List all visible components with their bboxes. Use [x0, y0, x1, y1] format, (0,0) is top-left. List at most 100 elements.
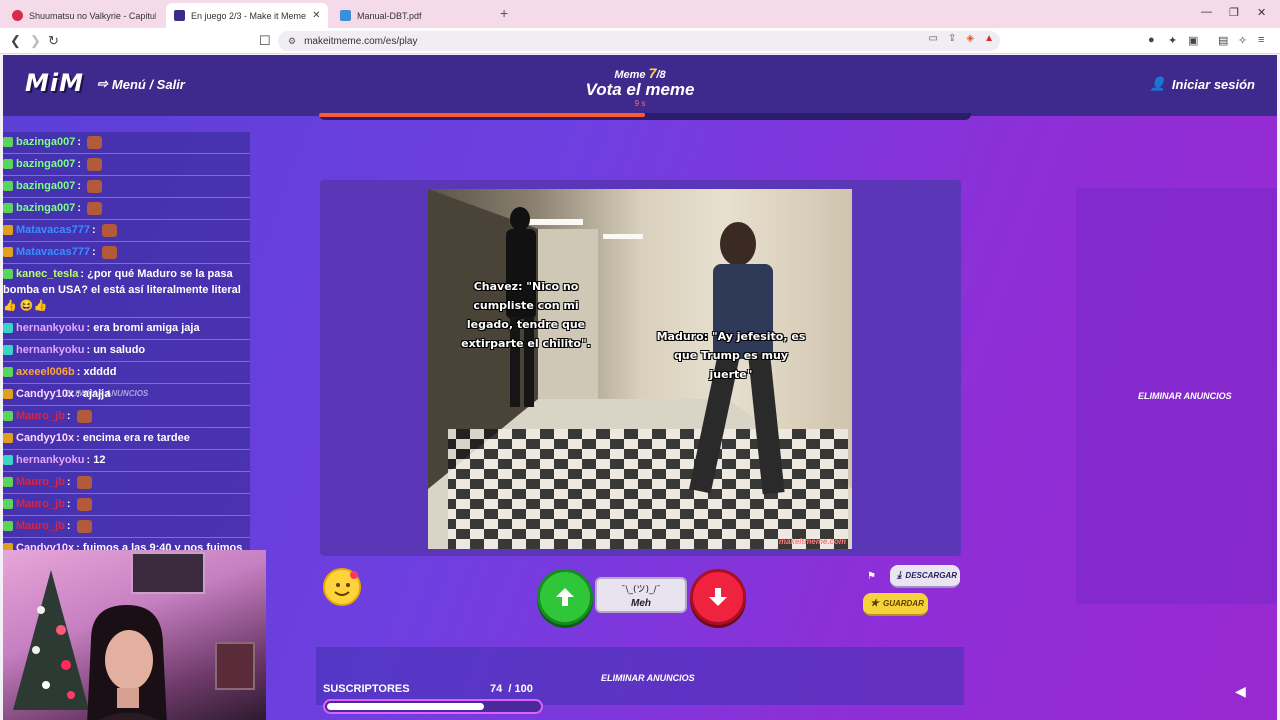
page-title: Vota el meme	[585, 80, 695, 99]
vote-controls: ¯\_(ツ)_/¯ Meh	[537, 569, 748, 631]
cast-icon[interactable]: ▭	[929, 33, 938, 44]
tab-make-it-meme[interactable]: En juego 2/3 - Make it Meme ✕	[166, 3, 328, 28]
menu-exit-label: Menú / Salir	[111, 76, 185, 92]
chat-message: bazinga007:	[3, 154, 250, 176]
chat-badge-icon	[3, 225, 13, 236]
chat-text: 12	[93, 454, 106, 466]
chat-emote-icon	[101, 223, 117, 237]
chat-badge-icon	[3, 181, 13, 192]
wall-picture	[131, 552, 205, 594]
chat-message: kanec_tesla: ¿por qué Maduro se la pasa …	[3, 264, 250, 318]
subscribers-count: 74 / 100	[490, 683, 533, 695]
extensions-icon[interactable]: ✦	[1168, 34, 1177, 47]
meme-counter: Meme 7/8	[540, 65, 740, 81]
bookmark-icon[interactable]: ☐	[259, 33, 271, 49]
menu-icon[interactable]: ≡	[1258, 34, 1264, 46]
meme-image: Chavez: "Nico no cumpliste con mi legado…	[428, 189, 852, 549]
webcam-overlay	[3, 550, 266, 720]
chat-username[interactable]: hernankyoku	[16, 322, 84, 334]
reload-icon[interactable]: ↻	[48, 33, 59, 49]
chat-badge-icon	[3, 477, 13, 488]
subscribers-current: 74	[490, 683, 503, 695]
wall-picture	[215, 642, 255, 690]
downvote-button[interactable]	[690, 569, 746, 625]
site-info-icon[interactable]: ⚙	[288, 36, 296, 47]
timer-progress-bar	[319, 113, 971, 120]
user-icon: 👤	[1149, 76, 1166, 91]
tab-favicon-icon	[174, 10, 185, 21]
emoji-reaction-button[interactable]	[323, 568, 361, 606]
chat-message: bazinga007:	[3, 198, 250, 220]
chat-separator: :	[76, 432, 83, 444]
close-window-icon[interactable]: ✕	[1257, 6, 1266, 19]
tab-favicon-icon	[12, 10, 23, 21]
chat-username[interactable]: axeeel006b	[16, 366, 75, 378]
chat-separator: :	[66, 476, 74, 488]
screenshot-icon[interactable]: ▣	[1188, 34, 1198, 47]
chat-username[interactable]: Mauro_jb	[16, 498, 65, 510]
address-bar-row: ❮ ❯ ↻ ☐ ⚙ makeitmeme.com/es/play ▭ ⇪ ◈ ▲…	[0, 28, 1280, 54]
tab-shuumatsu[interactable]: Shuumatsu no Valkyrie - Capitulo 08	[4, 3, 164, 28]
shield-icon[interactable]: ◈	[966, 33, 974, 44]
chat-username[interactable]: bazinga007	[16, 136, 75, 148]
report-flag-icon[interactable]: ⚑	[867, 571, 876, 582]
chat-message: Mauro_jb:	[3, 472, 250, 494]
new-tab-icon[interactable]: +	[500, 5, 508, 21]
chat-separator: :	[66, 498, 74, 510]
chat-badge-icon	[3, 159, 13, 170]
top-nav: MiM ⇨ Menú / Salir Meme 7/8 Vota el meme…	[3, 55, 1277, 116]
chat-username[interactable]: hernankyoku	[16, 454, 84, 466]
chat-username[interactable]: Matavacas777	[16, 246, 90, 258]
back-icon[interactable]: ❮	[10, 33, 21, 49]
chat-badge-icon	[3, 389, 13, 400]
wallet-icon[interactable]: ▤	[1218, 34, 1228, 47]
chat-username[interactable]: bazinga007	[16, 202, 75, 214]
chat-username[interactable]: kanec_tesla	[16, 268, 78, 280]
profile-icon[interactable]: ●	[1148, 34, 1155, 46]
chat-username[interactable]: Matavacas777	[16, 224, 90, 236]
subscribers-bar-fill	[327, 703, 484, 710]
menu-exit-button[interactable]: ⇨ Menú / Salir	[97, 76, 185, 92]
ai-icon[interactable]: ✧	[1238, 34, 1247, 47]
share-icon[interactable]: ⇪	[948, 33, 956, 44]
alert-icon[interactable]: ▲	[984, 33, 994, 44]
meh-button[interactable]: ¯\_(ツ)_/¯ Meh	[595, 577, 687, 613]
chat-username[interactable]: bazinga007	[16, 180, 75, 192]
arrow-down-icon	[709, 588, 727, 606]
meh-label: Meh	[631, 598, 651, 609]
url-field[interactable]: ⚙ makeitmeme.com/es/play ▭ ⇪ ◈ ▲	[278, 31, 1000, 51]
forward-icon[interactable]: ❯	[30, 33, 41, 49]
close-tab-icon[interactable]: ✕	[312, 10, 320, 21]
chat-message: hernankyoku: un saludo	[3, 340, 250, 362]
chat-message: hernankyoku: 12	[3, 450, 250, 472]
subscribers-label: SUSCRIPTORES	[323, 683, 410, 695]
minimize-icon[interactable]: —	[1201, 6, 1212, 18]
meme-panel: Chavez: "Nico no cumpliste con mi legado…	[320, 180, 961, 556]
chat-username[interactable]: bazinga007	[16, 158, 75, 170]
tab-label: Shuumatsu no Valkyrie - Capitulo 08	[29, 10, 156, 21]
chat-username[interactable]: hernankyoku	[16, 344, 84, 356]
chat-badge-icon	[3, 345, 13, 356]
streamer	[87, 605, 167, 720]
save-label: GUARDAR	[882, 599, 924, 608]
tab-manual-dbt[interactable]: Manual-DBT.pdf	[332, 3, 492, 28]
chat-username[interactable]: Mauro_jb	[16, 410, 65, 422]
chat-username[interactable]: Mauro_jb	[16, 476, 65, 488]
save-button[interactable]: ★ GUARDAR	[863, 593, 928, 616]
chat-badge-icon	[3, 269, 13, 280]
chat-message: Matavacas777:	[3, 242, 250, 264]
site-logo[interactable]: MiM	[25, 69, 84, 97]
download-button[interactable]: ⤓ DESCARGAR	[890, 565, 960, 588]
remove-ads-link-right[interactable]: ELIMINAR ANUNCIOS	[1138, 391, 1232, 401]
remove-ads-link-bottom[interactable]: ELIMINAR ANUNCIOS	[601, 673, 695, 683]
chat-username[interactable]: Candyy10x	[16, 432, 74, 444]
upvote-button[interactable]	[537, 569, 593, 625]
chat-username[interactable]: Mauro_jb	[16, 520, 65, 532]
restore-icon[interactable]: ❐	[1229, 6, 1239, 19]
chat-message: Matavacas777:	[3, 220, 250, 242]
chat-separator: :	[92, 224, 99, 236]
signin-button[interactable]: 👤 Iniciar sesión	[1150, 76, 1255, 92]
shrug-text: ¯\_(ツ)_/¯	[620, 585, 662, 595]
chat-emote-icon	[76, 497, 92, 511]
sound-icon[interactable]: ◀	[1235, 683, 1246, 700]
